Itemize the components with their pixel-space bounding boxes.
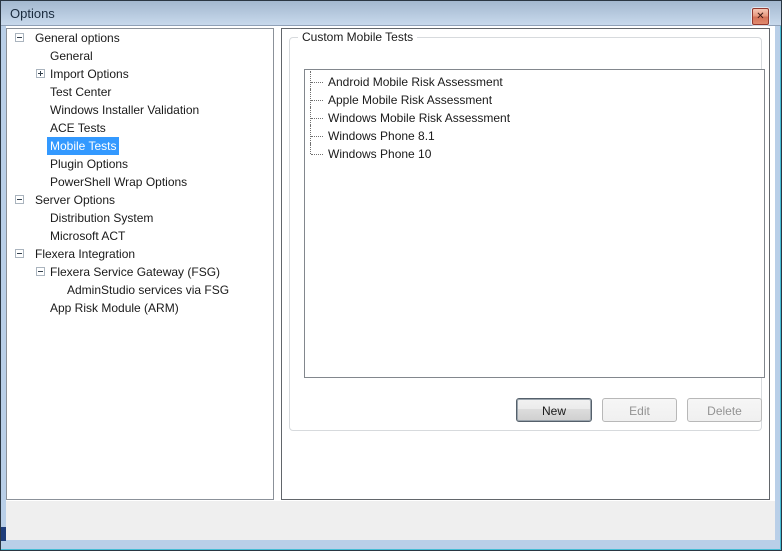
tree-item-label: Test Center [50, 83, 111, 101]
tree-connector-icon [310, 91, 326, 109]
mobile-tests-panel: Custom Mobile Tests Android Mobile Risk … [281, 28, 770, 500]
window-title: Options [10, 1, 55, 26]
tree-item-test-center[interactable]: Test Center [7, 83, 273, 101]
collapse-minus-icon[interactable] [15, 33, 24, 42]
list-item-label: Windows Phone 8.1 [326, 129, 435, 143]
list-item[interactable]: Apple Mobile Risk Assessment [305, 91, 764, 109]
tree-item-mobile-tests[interactable]: Mobile Tests [7, 137, 273, 155]
options-dialog: Options ✕ General optionsGeneralImport O… [0, 0, 782, 551]
tree-item-flexera-service-gateway-fsg-[interactable]: Flexera Service Gateway (FSG) [7, 263, 273, 281]
tree-item-label: Plugin Options [50, 155, 128, 173]
tree-item-label: General [50, 47, 93, 65]
tree-item-label: App Risk Module (ARM) [50, 299, 179, 317]
collapse-minus-icon[interactable] [15, 249, 24, 258]
title-bar[interactable]: Options ✕ [1, 1, 781, 26]
tree-item-plugin-options[interactable]: Plugin Options [7, 155, 273, 173]
tree-item-label: Import Options [50, 65, 129, 83]
custom-tests-list[interactable]: Android Mobile Risk Assessment Apple Mobi… [304, 69, 765, 378]
list-item[interactable]: Windows Mobile Risk Assessment [305, 109, 764, 127]
tree-item-label: Server Options [35, 191, 115, 209]
list-item[interactable]: Windows Phone 8.1 [305, 127, 764, 145]
tree-item-general-options[interactable]: General options [7, 29, 273, 47]
collapse-minus-icon[interactable] [36, 267, 45, 276]
dialog-client-area: General optionsGeneralImport OptionsTest… [6, 26, 775, 540]
tree-item-microsoft-act[interactable]: Microsoft ACT [7, 227, 273, 245]
tree-connector-icon [310, 145, 326, 163]
dialog-footer: OK Cancel Help [6, 501, 775, 540]
tree-connector-icon [310, 109, 326, 127]
list-item[interactable]: Windows Phone 10 [305, 145, 764, 163]
tree-item-general[interactable]: General [7, 47, 273, 65]
tree-item-flexera-integration[interactable]: Flexera Integration [7, 245, 273, 263]
new-button[interactable]: New [516, 398, 592, 422]
tree-item-label: Mobile Tests [47, 137, 119, 155]
list-item-label: Android Mobile Risk Assessment [326, 75, 503, 89]
tree-item-app-risk-module-arm-[interactable]: App Risk Module (ARM) [7, 299, 273, 317]
tree-item-label: AdminStudio services via FSG [67, 281, 229, 299]
edit-button[interactable]: Edit [602, 398, 677, 422]
collapse-minus-icon[interactable] [15, 195, 24, 204]
tree-item-label: Distribution System [50, 209, 153, 227]
tree-item-distribution-system[interactable]: Distribution System [7, 209, 273, 227]
tree-item-windows-installer-validation[interactable]: Windows Installer Validation [7, 101, 273, 119]
list-item-label: Apple Mobile Risk Assessment [326, 93, 492, 107]
tree-item-label: General options [35, 29, 120, 47]
close-icon[interactable]: ✕ [752, 8, 769, 25]
tree-item-label: Flexera Service Gateway (FSG) [50, 263, 220, 281]
delete-button[interactable]: Delete [687, 398, 762, 422]
custom-mobile-tests-groupbox: Custom Mobile Tests Android Mobile Risk … [289, 37, 762, 431]
tree-item-server-options[interactable]: Server Options [7, 191, 273, 209]
tree-item-label: PowerShell Wrap Options [50, 173, 187, 191]
tree-item-ace-tests[interactable]: ACE Tests [7, 119, 273, 137]
tree-item-label: Windows Installer Validation [50, 101, 199, 119]
tree-item-import-options[interactable]: Import Options [7, 65, 273, 83]
expand-plus-icon[interactable] [36, 69, 45, 78]
options-tree[interactable]: General optionsGeneralImport OptionsTest… [6, 28, 274, 500]
list-item-label: Windows Mobile Risk Assessment [326, 111, 510, 125]
tree-item-label: ACE Tests [50, 119, 106, 137]
tree-item-powershell-wrap-options[interactable]: PowerShell Wrap Options [7, 173, 273, 191]
list-item-label: Windows Phone 10 [326, 147, 431, 161]
groupbox-title: Custom Mobile Tests [298, 30, 417, 44]
tree-item-label: Microsoft ACT [50, 227, 125, 245]
window-frame: General optionsGeneralImport OptionsTest… [1, 26, 781, 550]
tree-item-label: Flexera Integration [35, 245, 135, 263]
tree-connector-icon [310, 73, 326, 91]
list-item[interactable]: Android Mobile Risk Assessment [305, 73, 764, 91]
tree-item-adminstudio-services-via-fsg[interactable]: AdminStudio services via FSG [7, 281, 273, 299]
tree-connector-icon [310, 127, 326, 145]
